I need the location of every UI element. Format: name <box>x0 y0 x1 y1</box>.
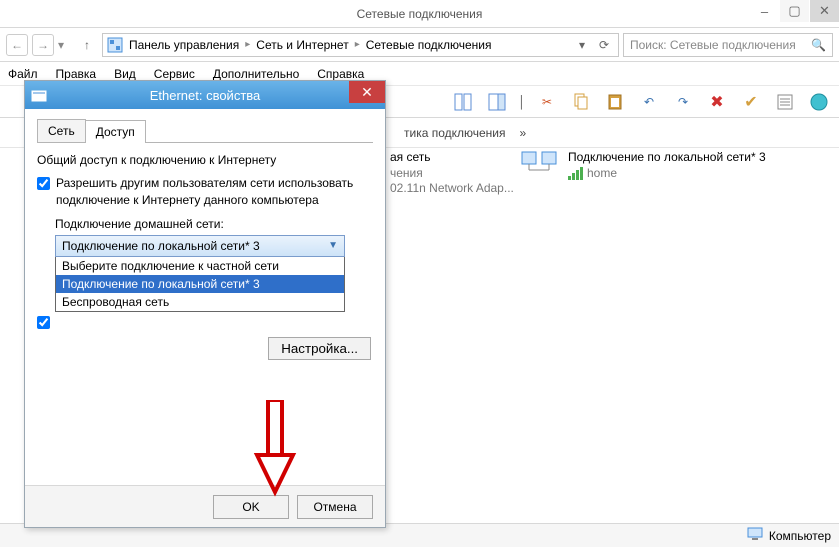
home-connection-label: Подключение домашней сети: <box>55 217 373 231</box>
cut-icon[interactable]: ✂ <box>535 90 559 114</box>
allow-sharing-label: Разрешить другим пользователям сети испо… <box>56 175 373 209</box>
history-dropdown[interactable]: ▾ <box>58 38 72 52</box>
dialog-titlebar[interactable]: Ethernet: свойства ✕ <box>25 81 385 109</box>
tab-sharing[interactable]: Доступ <box>85 120 146 143</box>
nav-bar: ← → ▾ ↑ Панель управления ▸ Сеть и Интер… <box>0 28 839 62</box>
conn-title: Подключение по локальной сети* 3 <box>568 150 766 166</box>
conn-title: ая сеть <box>390 150 514 166</box>
dialog-tabs: Сеть Доступ <box>37 119 373 143</box>
tab-network[interactable]: Сеть <box>37 119 86 142</box>
up-button[interactable]: ↑ <box>76 34 98 56</box>
select-option-1[interactable]: Подключение по локальной сети* 3 <box>56 275 344 293</box>
crumb-1[interactable]: Сеть и Интернет <box>252 38 352 52</box>
connection-item-wifi[interactable]: ая сеть чения 02.11n Network Adap... <box>390 150 514 197</box>
search-input[interactable]: Поиск: Сетевые подключения 🔍 <box>623 33 833 57</box>
menu-help[interactable]: Справка <box>317 67 364 81</box>
select-value: Подключение по локальной сети* 3 <box>62 239 260 253</box>
dialog-close-button[interactable]: ✕ <box>349 81 385 103</box>
crumb-sep: ▸ <box>355 39 360 50</box>
chevron-down-icon: ▼ <box>328 240 338 251</box>
crumb-2[interactable]: Сетевые подключения <box>362 38 496 52</box>
crumb-0[interactable]: Панель управления <box>125 38 243 52</box>
second-check-row <box>37 314 373 329</box>
ok-button[interactable]: OK <box>213 495 289 519</box>
menu-edit[interactable]: Правка <box>56 67 97 81</box>
select-option-0[interactable]: Выберите подключение к частной сети <box>56 257 344 275</box>
dialog-title: Ethernet: свойства <box>150 88 261 103</box>
cancel-button[interactable]: Отмена <box>297 495 373 519</box>
ethernet-properties-dialog: Ethernet: свойства ✕ Сеть Доступ Общий д… <box>24 80 386 528</box>
addr-dropdown-icon[interactable]: ▾ <box>572 35 592 55</box>
search-icon[interactable]: 🔍 <box>811 38 826 52</box>
layout-icon[interactable] <box>451 90 475 114</box>
preview-icon[interactable] <box>485 90 509 114</box>
menu-view[interactable]: Вид <box>114 67 136 81</box>
group-title: Общий доступ к подключению к Интернету <box>37 153 373 167</box>
props-icon[interactable] <box>773 90 797 114</box>
crumb-sep: ▸ <box>245 39 250 50</box>
window-title: Сетевые подключения <box>357 7 483 21</box>
delete-icon[interactable]: ✖ <box>705 90 729 114</box>
network-icon <box>520 150 560 182</box>
menu-advanced[interactable]: Дополнительно <box>213 67 299 81</box>
conn-line2: чения <box>390 166 514 182</box>
search-placeholder: Поиск: Сетевые подключения <box>630 38 807 52</box>
settings-button[interactable]: Настройка... <box>268 337 371 360</box>
paste-icon[interactable] <box>603 90 627 114</box>
control-panel-icon <box>107 37 123 53</box>
forward-button[interactable]: → <box>32 34 54 56</box>
home-connection-select[interactable]: Подключение по локальной сети* 3 ▼ Выбер… <box>55 235 345 312</box>
window-controls: – ▢ ✕ <box>749 0 839 22</box>
cmd-overflow[interactable]: » <box>520 126 527 140</box>
maximize-button[interactable]: ▢ <box>779 0 809 22</box>
dialog-footer: OK Отмена <box>25 485 385 527</box>
select-option-2[interactable]: Беспроводная сеть <box>56 293 344 311</box>
select-dropdown: Выберите подключение к частной сети Подк… <box>55 257 345 312</box>
undo-icon[interactable]: ↶ <box>637 90 661 114</box>
menu-tools[interactable]: Сервис <box>154 67 195 81</box>
dialog-icon <box>31 87 47 103</box>
explorer-titlebar: Сетевые подключения – ▢ ✕ <box>0 0 839 28</box>
redo-icon[interactable]: ↷ <box>671 90 695 114</box>
check-icon[interactable]: ✔ <box>739 90 763 114</box>
status-computer-label[interactable]: Компьютер <box>769 529 831 543</box>
shell-icon[interactable] <box>807 90 831 114</box>
conn-line2: home <box>587 166 617 182</box>
address-bar[interactable]: Панель управления ▸ Сеть и Интернет ▸ Се… <box>102 33 619 57</box>
allow-sharing-checkbox[interactable] <box>37 177 50 190</box>
allow-control-checkbox[interactable] <box>37 316 50 329</box>
toolbar-divider: │ <box>519 90 525 114</box>
menu-file[interactable]: Файл <box>8 67 38 81</box>
cmd-diagnostics[interactable]: тика подключения <box>404 126 506 140</box>
refresh-icon[interactable]: ⟳ <box>594 35 614 55</box>
back-button[interactable]: ← <box>6 34 28 56</box>
minimize-button[interactable]: – <box>749 0 779 22</box>
signal-icon <box>568 167 583 180</box>
allow-sharing-row: Разрешить другим пользователям сети испо… <box>37 175 373 209</box>
close-button[interactable]: ✕ <box>809 0 839 22</box>
copy-icon[interactable] <box>569 90 593 114</box>
conn-line3: 02.11n Network Adap... <box>390 181 514 197</box>
connection-item-lan3[interactable]: Подключение по локальной сети* 3 home <box>520 150 766 182</box>
computer-icon <box>747 527 763 544</box>
